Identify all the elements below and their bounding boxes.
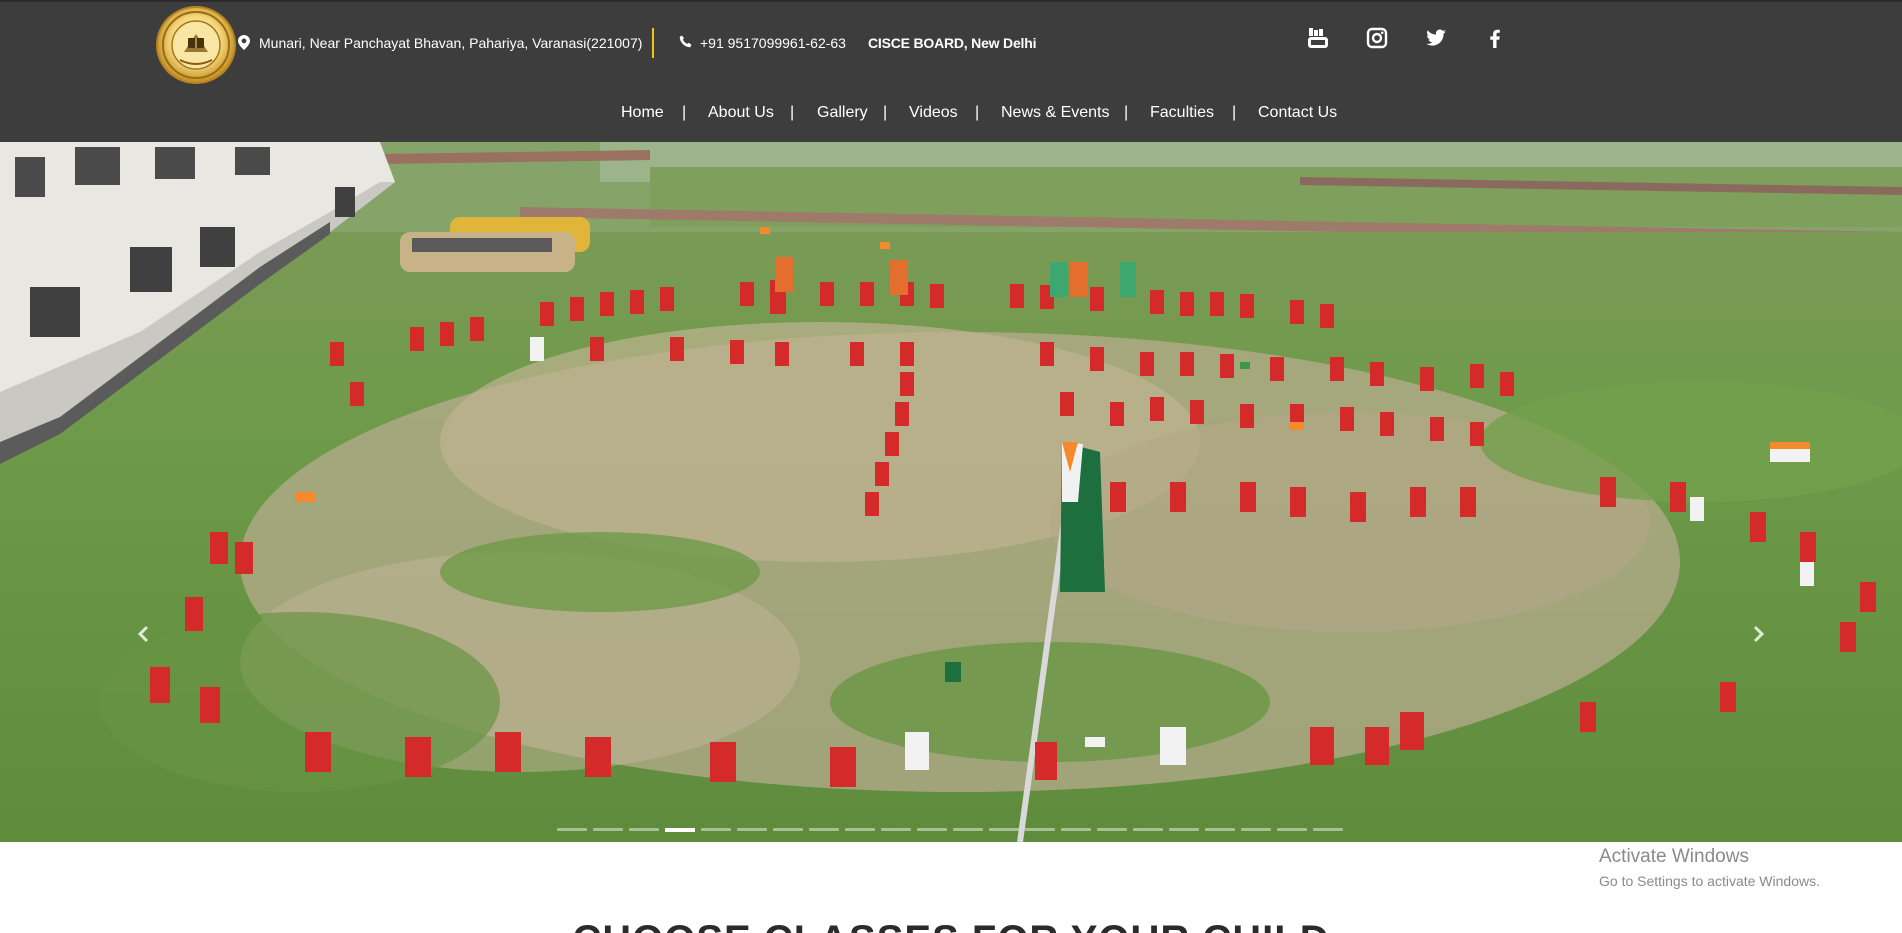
slider-indicator[interactable] <box>665 828 695 832</box>
hero-slider[interactable] <box>0 142 1902 842</box>
slider-indicator[interactable] <box>737 828 767 831</box>
main-navigation: Home | About Us | Gallery | Videos | New… <box>0 102 1902 126</box>
slider-indicator[interactable] <box>557 828 587 831</box>
nav-news-events[interactable]: News & Events <box>1001 102 1109 124</box>
slider-indicator[interactable] <box>593 828 623 831</box>
slider-indicators <box>557 828 1349 832</box>
facebook-icon[interactable] <box>1483 26 1507 50</box>
nav-faculties[interactable]: Faculties <box>1150 102 1214 124</box>
phone-info: +91 9517099961-62-63 <box>679 33 846 53</box>
slider-indicator[interactable] <box>809 828 839 831</box>
phone-text[interactable]: +91 9517099961-62-63 <box>700 35 846 51</box>
board-info: CISCE BOARD, New Delhi <box>868 35 1037 51</box>
watermark-title: Activate Windows <box>1599 846 1749 867</box>
address-text: Munari, Near Panchayat Bhavan, Pahariya,… <box>259 35 643 51</box>
slider-indicator[interactable] <box>773 828 803 831</box>
chevron-left-icon[interactable] <box>134 624 154 644</box>
address-info: Munari, Near Panchayat Bhavan, Pahariya,… <box>238 33 642 53</box>
slider-indicator[interactable] <box>629 828 659 831</box>
site-header: Munari, Near Panchayat Bhavan, Pahariya,… <box>0 0 1902 142</box>
hero-slide-image <box>0 142 1902 842</box>
slider-indicator[interactable] <box>1133 828 1163 831</box>
nav-separator: | <box>682 104 687 121</box>
slider-indicator[interactable] <box>1025 828 1055 831</box>
slider-indicator[interactable] <box>917 828 947 831</box>
nav-videos[interactable]: Videos <box>909 102 958 124</box>
slider-indicator[interactable] <box>1241 828 1271 831</box>
nav-about-us[interactable]: About Us <box>708 102 774 124</box>
instagram-icon[interactable] <box>1365 26 1389 50</box>
nav-separator: | <box>1232 104 1237 121</box>
slider-indicator[interactable] <box>1277 828 1307 831</box>
slider-indicator[interactable] <box>1097 828 1127 831</box>
info-divider <box>652 28 654 58</box>
youtube-icon[interactable] <box>1306 26 1330 50</box>
nav-separator: | <box>883 104 888 121</box>
nav-contact-us[interactable]: Contact Us <box>1258 102 1337 124</box>
slider-indicator[interactable] <box>1313 828 1343 831</box>
section-title: CHOOSE CLASSES FOR YOUR CHILD <box>0 918 1902 933</box>
watermark-subtitle: Go to Settings to activate Windows. <box>1599 873 1820 889</box>
nav-separator: | <box>975 104 980 121</box>
slider-indicator[interactable] <box>701 828 731 831</box>
windows-activation-watermark: Activate Windows Go to Settings to activ… <box>1599 846 1820 890</box>
school-crest-logo[interactable] <box>156 6 236 84</box>
slider-indicator[interactable] <box>1205 828 1235 831</box>
map-marker-icon <box>238 35 252 51</box>
slider-indicator[interactable] <box>953 828 983 831</box>
slider-indicator[interactable] <box>845 828 875 831</box>
slider-indicator[interactable] <box>881 828 911 831</box>
slider-indicator[interactable] <box>989 828 1019 831</box>
nav-separator: | <box>1124 104 1129 121</box>
twitter-icon[interactable] <box>1424 26 1448 50</box>
chevron-right-icon[interactable] <box>1748 624 1768 644</box>
nav-home[interactable]: Home <box>621 102 664 124</box>
nav-separator: | <box>790 104 795 121</box>
nav-gallery[interactable]: Gallery <box>817 102 868 124</box>
slider-indicator[interactable] <box>1169 828 1199 831</box>
phone-icon <box>679 35 693 51</box>
slider-indicator[interactable] <box>1061 828 1091 831</box>
